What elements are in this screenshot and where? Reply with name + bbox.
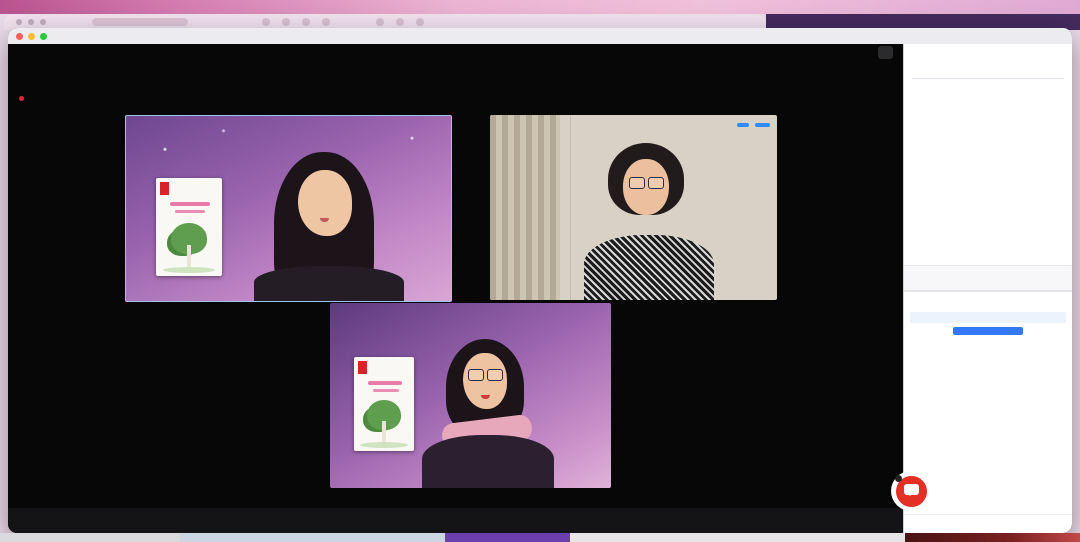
recording-bar <box>13 96 60 101</box>
person-body <box>584 235 714 300</box>
desktop-window-edge <box>570 533 905 542</box>
chat-privacy-notice[interactable] <box>910 312 1066 323</box>
ghost-button <box>416 18 424 26</box>
video-tile-speaker-bottom[interactable] <box>330 303 611 488</box>
desktop-window-edge-purple <box>445 533 570 542</box>
ghost-button <box>396 18 404 26</box>
fullscreen-window-button[interactable] <box>40 33 47 40</box>
meeting-canvas <box>8 44 903 508</box>
tile-more-button[interactable] <box>755 123 770 127</box>
curtain <box>490 115 560 300</box>
close-window-button[interactable] <box>16 33 23 40</box>
desktop-video-thumbnail <box>905 533 1080 542</box>
person-face <box>298 170 352 236</box>
participants-footer <box>904 265 1072 290</box>
glasses <box>629 177 664 189</box>
view-button[interactable] <box>878 46 893 59</box>
meeting-toolbar <box>8 508 903 533</box>
person-body <box>254 266 404 302</box>
ghost-zoom-icon <box>40 19 46 25</box>
ghost-button <box>302 18 310 26</box>
ghost-button <box>282 18 290 26</box>
recording-dot <box>19 96 24 101</box>
desktop-window-edge <box>0 533 180 542</box>
video-tile-speaker-right[interactable] <box>490 115 777 300</box>
zoom-meeting-window <box>8 28 1072 533</box>
chat-panel <box>904 292 1072 533</box>
window-titlebar <box>8 28 1072 44</box>
right-sidebar <box>903 44 1072 533</box>
participants-search-input[interactable] <box>912 63 1064 79</box>
person-face <box>463 353 507 409</box>
glasses <box>468 369 503 381</box>
participants-panel <box>904 44 1072 292</box>
minimize-window-button[interactable] <box>28 33 35 40</box>
background-tab-ghost <box>92 18 188 26</box>
ghost-button <box>322 18 330 26</box>
chat-input-bar[interactable] <box>904 514 1072 531</box>
ghost-button <box>376 18 384 26</box>
book-cover <box>354 357 414 451</box>
mute-participant-button[interactable] <box>737 123 749 127</box>
desktop-window-edge <box>180 533 445 542</box>
person-body <box>422 435 554 488</box>
macos-menu-bar <box>0 0 1080 14</box>
selected-text-highlight <box>953 327 1023 335</box>
ghost-button <box>262 18 270 26</box>
ghost-close-icon <box>16 19 22 25</box>
video-tile-speaker-left[interactable] <box>125 115 452 302</box>
ghost-minimize-icon <box>28 19 34 25</box>
book-cover <box>156 178 222 276</box>
